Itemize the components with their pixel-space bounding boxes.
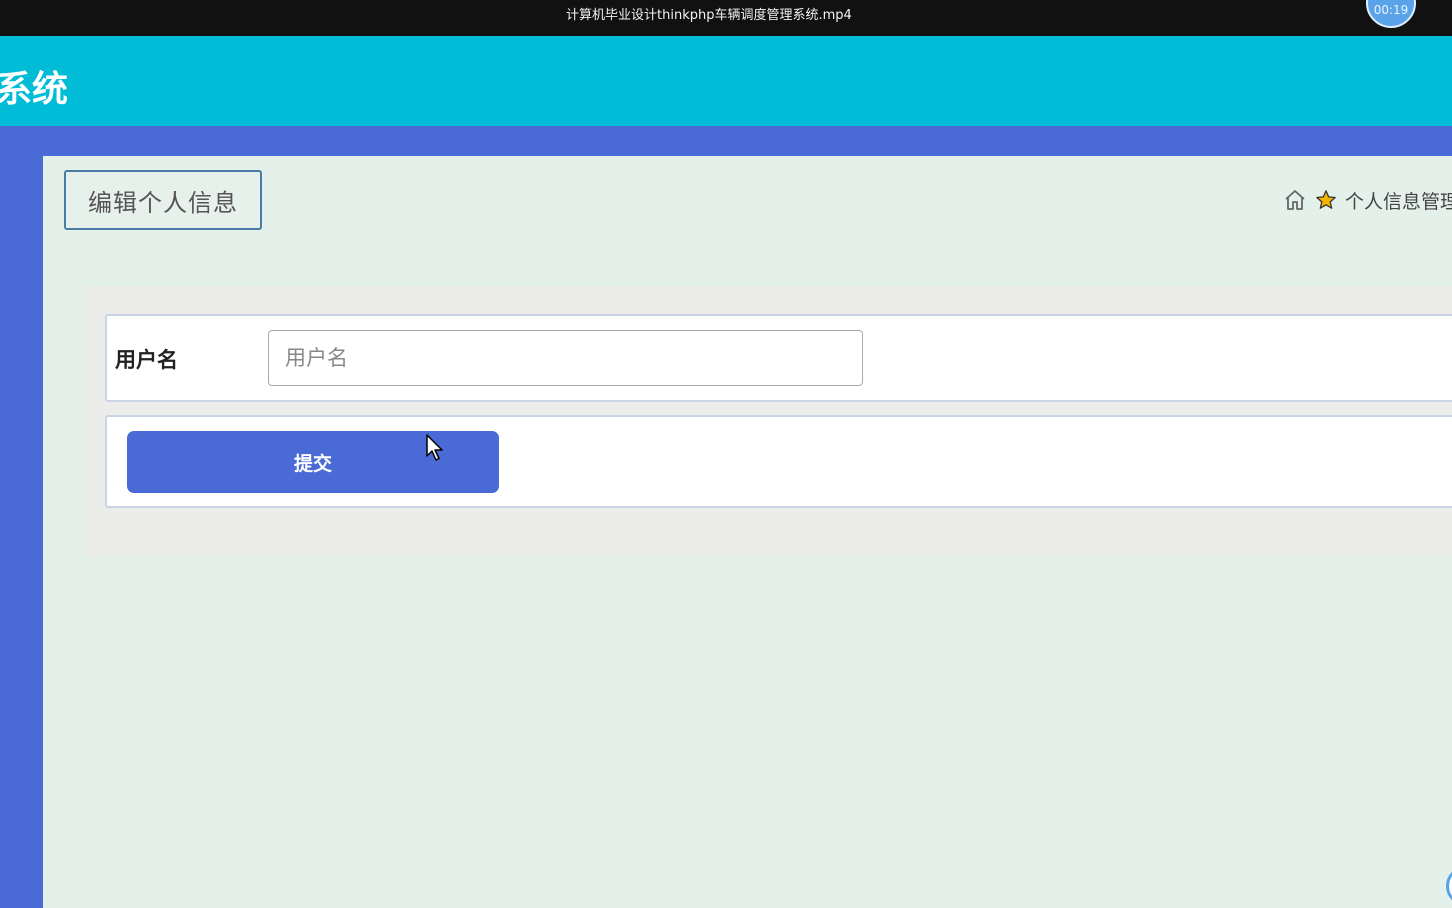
- playback-timer: 00:19: [1366, 0, 1416, 28]
- edit-form: 用户名 提交: [85, 286, 1452, 556]
- form-row-actions: 提交: [105, 415, 1452, 508]
- breadcrumb: 个人信息管理: [1283, 186, 1452, 214]
- breadcrumb-item[interactable]: 个人信息管理: [1345, 187, 1452, 214]
- username-label: 用户名: [115, 348, 178, 372]
- page-title: 编辑个人信息: [64, 170, 262, 230]
- sidebar: [0, 156, 43, 908]
- video-title: 计算机毕业设计thinkphp车辆调度管理系统.mp4: [566, 8, 852, 23]
- app-header: 系统: [0, 36, 1452, 126]
- video-title-bar: 计算机毕业设计thinkphp车辆调度管理系统.mp4 00:19: [0, 0, 1452, 36]
- app-brand: 系统: [0, 69, 69, 110]
- main-content: 编辑个人信息 个人信息管理 用户名 提交: [43, 156, 1452, 908]
- form-row-username: 用户名: [105, 314, 1452, 402]
- home-icon[interactable]: [1283, 188, 1307, 212]
- star-icon: [1316, 190, 1336, 209]
- mouse-cursor-icon: [426, 434, 443, 461]
- nav-bar: [0, 126, 1452, 156]
- username-input[interactable]: [268, 330, 863, 386]
